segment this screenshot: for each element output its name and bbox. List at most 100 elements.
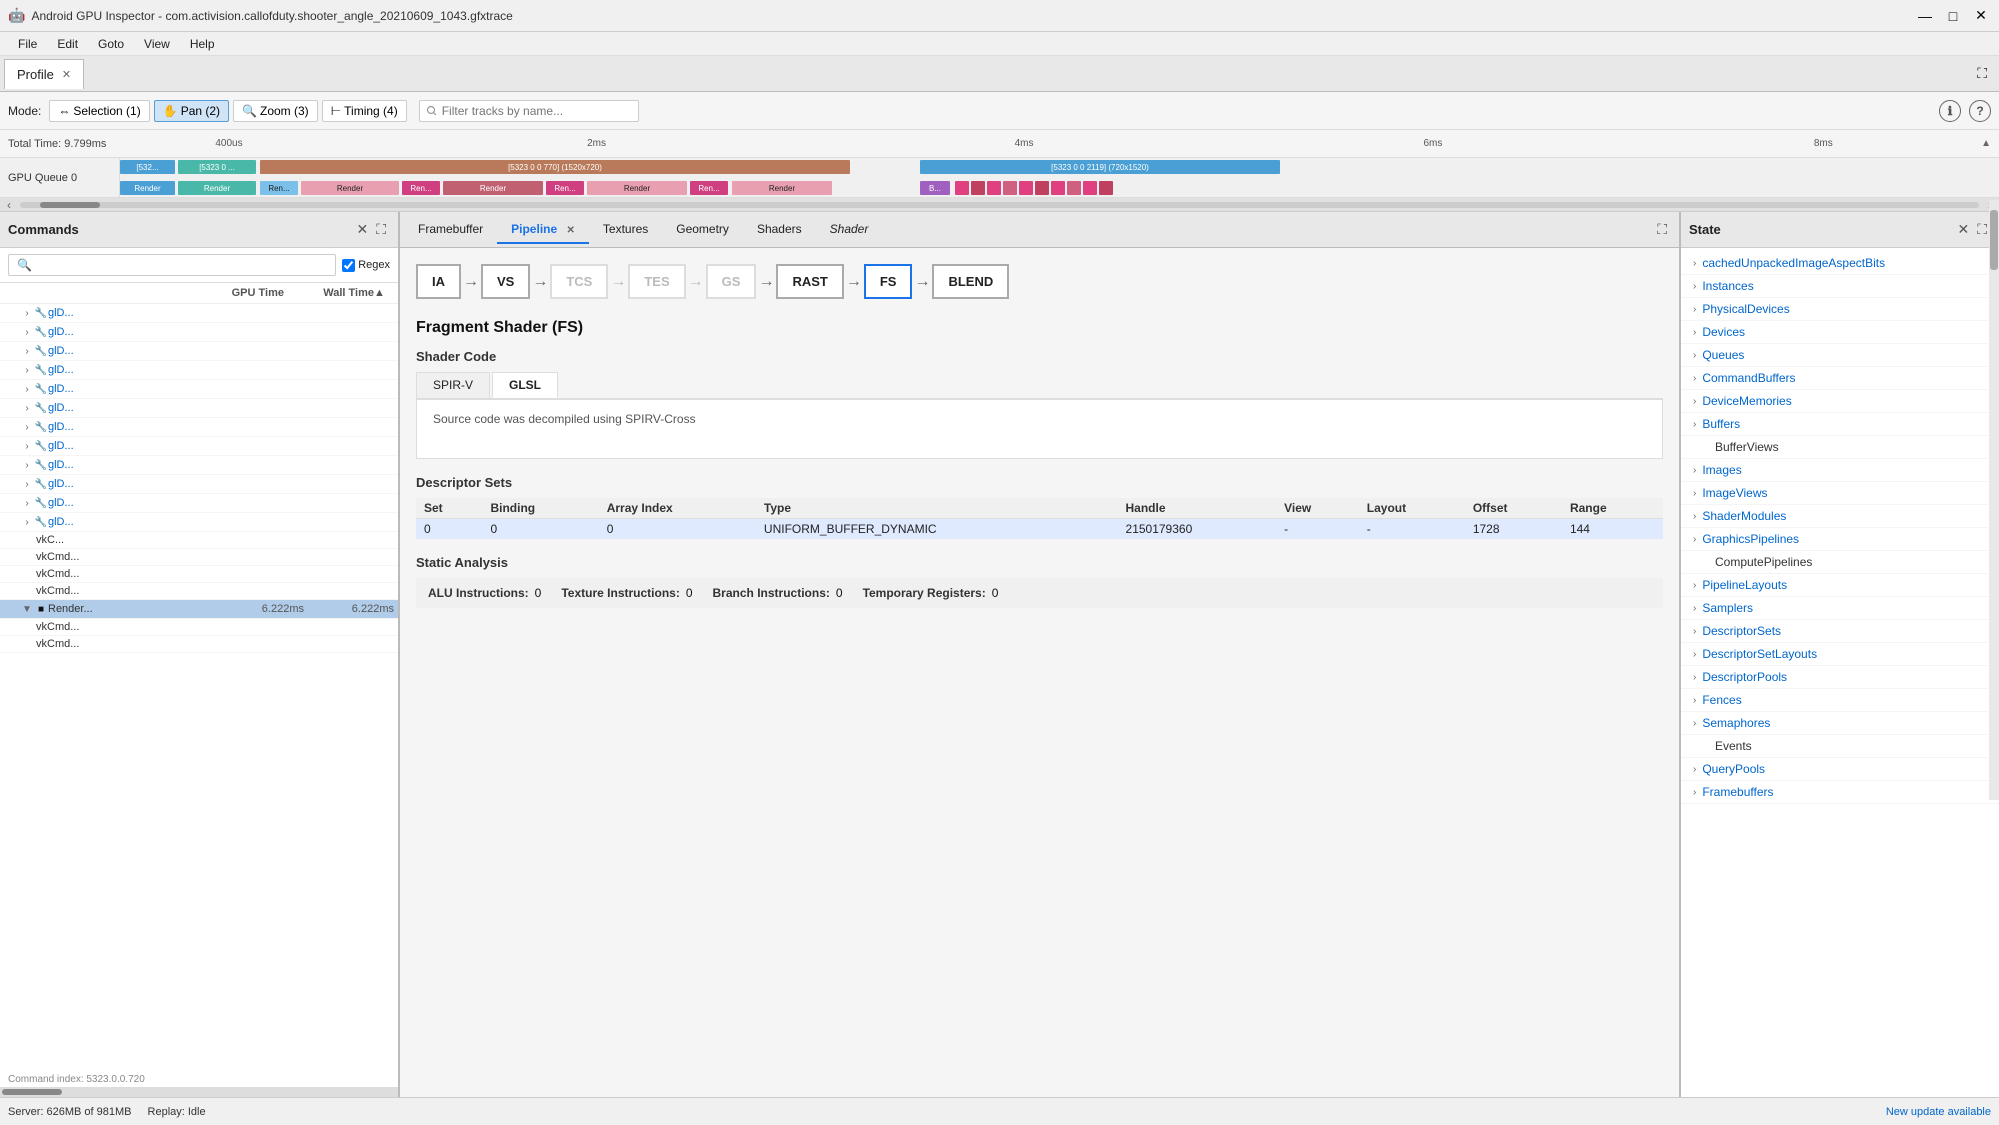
state-item-shader-modules[interactable]: › ShaderModules bbox=[1681, 505, 1999, 528]
menu-view[interactable]: View bbox=[134, 35, 180, 53]
col-binding[interactable]: Binding bbox=[482, 498, 598, 519]
col-type[interactable]: Type bbox=[756, 498, 1118, 519]
col-handle[interactable]: Handle bbox=[1118, 498, 1277, 519]
cmd-arrow[interactable]: ▼ bbox=[20, 604, 34, 615]
col-layout[interactable]: Layout bbox=[1359, 498, 1465, 519]
menu-help[interactable]: Help bbox=[180, 35, 225, 53]
center-expand-button[interactable]: ⛶ bbox=[1649, 217, 1675, 242]
mode-pan-button[interactable]: ✋ Pan (2) bbox=[154, 100, 229, 122]
state-item-device-memories[interactable]: › DeviceMemories bbox=[1681, 390, 1999, 413]
stage-tcs[interactable]: TCS bbox=[550, 264, 608, 299]
menu-goto[interactable]: Goto bbox=[88, 35, 134, 53]
state-item-graphics-pipelines[interactable]: › GraphicsPipelines bbox=[1681, 528, 1999, 551]
mode-zoom-button[interactable]: 🔍 Zoom (3) bbox=[233, 100, 318, 122]
render-block-3[interactable]: Ren... bbox=[260, 181, 298, 195]
tab-textures[interactable]: Textures bbox=[589, 216, 662, 244]
help-button[interactable]: ? bbox=[1969, 100, 1991, 122]
state-item-instances[interactable]: › Instances bbox=[1681, 275, 1999, 298]
stage-ia[interactable]: IA bbox=[416, 264, 461, 299]
col-range[interactable]: Range bbox=[1562, 498, 1663, 519]
table-row[interactable]: 0 0 0 UNIFORM_BUFFER_DYNAMIC 2150179360 … bbox=[416, 519, 1663, 540]
state-item-command-buffers[interactable]: › CommandBuffers bbox=[1681, 367, 1999, 390]
stage-tes[interactable]: TES bbox=[628, 264, 685, 299]
state-item-physical-devices[interactable]: › PhysicalDevices bbox=[1681, 298, 1999, 321]
state-item-image-views[interactable]: › ImageViews bbox=[1681, 482, 1999, 505]
tab-pipeline[interactable]: Pipeline ✕ bbox=[497, 216, 589, 244]
close-button[interactable]: ✕ bbox=[1971, 6, 1991, 26]
mode-selection-button[interactable]: ⇔ Selection (1) bbox=[49, 100, 149, 122]
render-block-2[interactable]: Render bbox=[178, 181, 256, 195]
state-item-fences[interactable]: › Fences bbox=[1681, 689, 1999, 712]
track-block-4[interactable]: [5323 0 0 2119] (720x1520) bbox=[920, 160, 1280, 174]
list-item[interactable]: vkCmd... bbox=[0, 549, 398, 566]
state-item-images[interactable]: › Images bbox=[1681, 459, 1999, 482]
list-item[interactable]: › 🔧 glD... bbox=[0, 437, 398, 456]
cmd-arrow[interactable]: › bbox=[20, 460, 34, 471]
scroll-thumb[interactable] bbox=[40, 202, 100, 208]
list-item[interactable]: vkCmd... bbox=[0, 566, 398, 583]
render-block-1[interactable]: Render bbox=[120, 181, 175, 195]
col-set[interactable]: Set bbox=[416, 498, 482, 519]
state-item-compute-pipelines[interactable]: ComputePipelines bbox=[1681, 551, 1999, 574]
list-item[interactable]: › 🔧 glD... bbox=[0, 323, 398, 342]
list-item[interactable]: › 🔧 glD... bbox=[0, 304, 398, 323]
tab-expand-button[interactable]: ⛶ bbox=[1969, 61, 1995, 86]
horizontal-scrollbar[interactable]: ‹ › bbox=[0, 198, 1999, 212]
state-item-devices[interactable]: › Devices bbox=[1681, 321, 1999, 344]
info-button[interactable]: ℹ bbox=[1939, 100, 1961, 122]
render-block-6[interactable]: Render bbox=[443, 181, 543, 195]
track-block-1[interactable]: [532... bbox=[120, 160, 175, 174]
render-block-4[interactable]: Render bbox=[301, 181, 399, 195]
list-item[interactable]: › 🔧 glD... bbox=[0, 418, 398, 437]
cmd-arrow[interactable]: › bbox=[20, 384, 34, 395]
state-close-button[interactable]: ✕ bbox=[1953, 221, 1973, 238]
render-block-5[interactable]: Ren... bbox=[402, 181, 440, 195]
scroll-left-button[interactable]: ‹ bbox=[2, 198, 16, 212]
list-item[interactable]: › 🔧 glD... bbox=[0, 475, 398, 494]
state-item-semaphores[interactable]: › Semaphores bbox=[1681, 712, 1999, 735]
state-item-descriptor-sets[interactable]: › DescriptorSets bbox=[1681, 620, 1999, 643]
menu-edit[interactable]: Edit bbox=[47, 35, 88, 53]
cmd-arrow[interactable]: › bbox=[20, 441, 34, 452]
list-item-render[interactable]: ▼ ■ Render... 6.222ms 6.222ms bbox=[0, 600, 398, 619]
menu-file[interactable]: File bbox=[8, 35, 47, 53]
tab-glsl[interactable]: GLSL bbox=[492, 372, 558, 398]
gpu-queue-track[interactable]: [532... [5323 0 ... [5323 0 0 770] (1520… bbox=[120, 158, 1999, 197]
track-block-2[interactable]: [5323 0 ... bbox=[178, 160, 256, 174]
state-list[interactable]: › cachedUnpackedImageAspectBits › Instan… bbox=[1681, 248, 1999, 1097]
stage-vs[interactable]: VS bbox=[481, 264, 530, 299]
tab-spirv[interactable]: SPIR-V bbox=[416, 372, 490, 398]
tab-geometry[interactable]: Geometry bbox=[662, 216, 743, 244]
cmd-arrow[interactable]: › bbox=[20, 346, 34, 357]
cmd-arrow[interactable]: › bbox=[20, 365, 34, 376]
state-item-pipeline-layouts[interactable]: › PipelineLayouts bbox=[1681, 574, 1999, 597]
regex-checkbox-label[interactable]: Regex bbox=[342, 259, 390, 272]
list-item[interactable]: vkCmd... bbox=[0, 583, 398, 600]
list-item[interactable]: vkC... bbox=[0, 532, 398, 549]
render-block-7[interactable]: Ren... bbox=[546, 181, 584, 195]
state-item-buffer-views[interactable]: BufferViews bbox=[1681, 436, 1999, 459]
render-block-9[interactable]: Ren... bbox=[690, 181, 728, 195]
tab-profile[interactable]: Profile ✕ bbox=[4, 59, 84, 89]
filter-input[interactable] bbox=[419, 100, 639, 122]
col-array-index[interactable]: Array Index bbox=[599, 498, 756, 519]
cmd-arrow[interactable]: › bbox=[20, 517, 34, 528]
tab-profile-close[interactable]: ✕ bbox=[62, 68, 71, 81]
cmd-arrow[interactable]: › bbox=[20, 327, 34, 338]
regex-checkbox[interactable] bbox=[342, 259, 355, 272]
state-scroll-thumb[interactable] bbox=[1990, 210, 1998, 270]
tab-framebuffer[interactable]: Framebuffer bbox=[404, 216, 497, 244]
col-gpu-time[interactable]: GPU Time bbox=[194, 287, 284, 299]
col-sort[interactable]: ▲ bbox=[374, 287, 390, 299]
list-item[interactable]: › 🔧 glD... bbox=[0, 513, 398, 532]
state-item-queues[interactable]: › Queues bbox=[1681, 344, 1999, 367]
list-item[interactable]: vkCmd... bbox=[0, 636, 398, 653]
state-item-framebuffers[interactable]: › Framebuffers bbox=[1681, 781, 1999, 804]
state-item-buffers[interactable]: › Buffers bbox=[1681, 413, 1999, 436]
tab-shaders[interactable]: Shaders bbox=[743, 216, 816, 244]
minimize-button[interactable]: — bbox=[1915, 6, 1935, 26]
state-item-cached[interactable]: › cachedUnpackedImageAspectBits bbox=[1681, 252, 1999, 275]
render-block-11[interactable]: B... bbox=[920, 181, 950, 195]
vertical-scroll-thumb[interactable] bbox=[2, 1089, 62, 1095]
list-item[interactable]: vkCmd... bbox=[0, 619, 398, 636]
